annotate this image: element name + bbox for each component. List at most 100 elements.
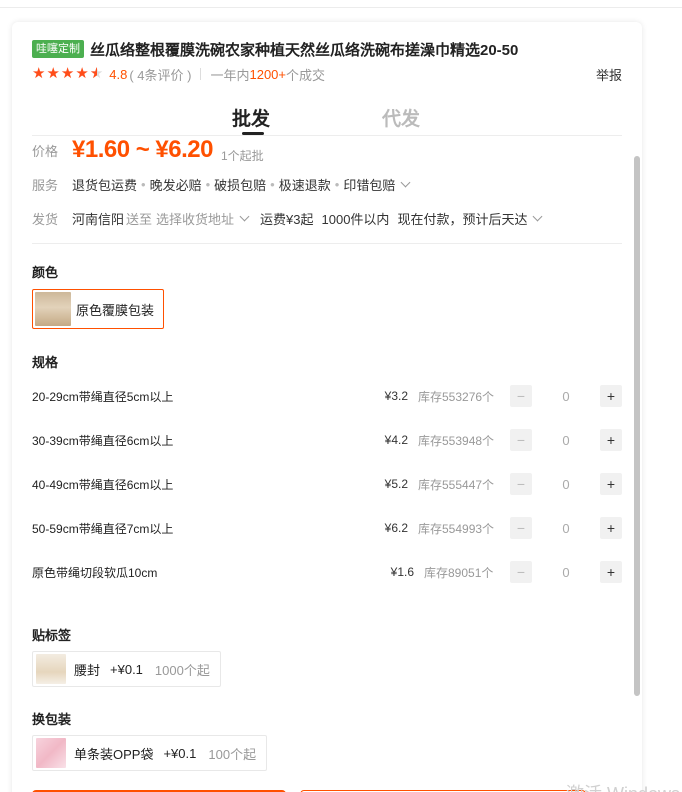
top-divider <box>0 7 682 8</box>
report-link[interactable]: 举报 <box>596 65 622 84</box>
quantity-stepper: − 0 + <box>510 385 622 407</box>
spec-stock: 库存553276个 <box>418 389 495 404</box>
spec-price: ¥3.2 <box>384 389 408 403</box>
spec-section-title: 规格 <box>32 355 59 370</box>
spec-stock: 库存553948个 <box>418 433 495 448</box>
service-row[interactable]: 服务 退货包运费 • 晚发必赔 • 破损包赔 • 极速退款 • 印错包赔 <box>32 174 622 194</box>
spec-name: 40-49cm带绳直径6cm以上 <box>32 477 174 492</box>
quantity-stepper: − 0 + <box>510 561 622 583</box>
service-label: 服务 <box>32 177 59 193</box>
delivery-estimate[interactable]: 现在付款，预计后天达 <box>397 209 527 228</box>
star-icon: ★ <box>32 65 46 82</box>
quantity-input[interactable]: 0 <box>532 521 600 536</box>
label-option-price: +¥0.1 <box>110 661 143 677</box>
service-item: 退货包运费 <box>72 177 138 193</box>
increment-button[interactable]: + <box>600 385 622 407</box>
chevron-down-icon[interactable] <box>400 177 411 187</box>
shipping-row: 发货 河南信阳 送至 选择收货地址 运费¥3起 1000件以内 现在付款，预计后… <box>32 208 622 228</box>
service-item: 极速退款 <box>278 177 331 193</box>
star-icon: ★ <box>60 65 75 82</box>
windows-activation-watermark: 激活 Windows <box>566 780 680 792</box>
color-option-thumbnail <box>35 292 71 326</box>
decrement-button[interactable]: − <box>510 561 532 583</box>
chevron-down-icon[interactable] <box>239 211 250 221</box>
service-item: 印错包赔 <box>343 177 396 193</box>
packaging-option[interactable]: 单条装OPP袋 +¥0.1 100个起 <box>32 735 268 771</box>
min-order: 1个起批 <box>220 148 264 163</box>
spec-row: 50-59cm带绳直径7cm以上 ¥6.2 库存554993个 − 0 + <box>32 514 622 542</box>
tab-wholesale[interactable]: 批发 <box>232 104 270 131</box>
quantity-stepper: − 0 + <box>510 429 622 451</box>
color-option-selected[interactable]: 原色覆膜包装 <box>32 289 164 329</box>
star-icon: ★ <box>75 65 89 82</box>
rating-score: 4.8 <box>109 66 128 82</box>
half-star-icon: ★ ★ <box>89 65 104 82</box>
spec-row: 20-29cm带绳直径5cm以上 ¥3.2 库存553276个 − 0 + <box>32 382 622 410</box>
dot-separator: • <box>205 176 211 192</box>
increment-button[interactable]: + <box>600 473 622 495</box>
spec-price: ¥6.2 <box>384 521 408 535</box>
star-icon: ★ <box>46 65 60 82</box>
vertical-scrollbar[interactable] <box>634 156 640 696</box>
color-section-title: 颜色 <box>32 265 59 280</box>
product-title: 丝瓜络整根覆膜洗碗农家种植天然丝瓜络洗碗布搓澡巾精选20-50 <box>90 41 519 59</box>
shipping-fee: 运费¥3起 <box>260 211 314 227</box>
packaging-option-thumbnail <box>36 738 66 768</box>
spec-price: ¥5.2 <box>384 477 408 491</box>
dot-separator: • <box>334 176 340 192</box>
quantity-input[interactable]: 0 <box>532 433 600 448</box>
packaging-option-min: 100个起 <box>208 746 257 762</box>
quantity-stepper: − 0 + <box>510 517 622 539</box>
shipping-to: 送至 <box>126 211 153 227</box>
decrement-button[interactable]: − <box>510 517 532 539</box>
spec-stock: 库存555447个 <box>418 477 495 492</box>
service-item: 破损包赔 <box>214 177 267 193</box>
quantity-input[interactable]: 0 <box>532 565 600 580</box>
title-row: 哇噻定制 丝瓜络整根覆膜洗碗农家种植天然丝瓜络洗碗布搓澡巾精选20-50 <box>32 38 626 60</box>
dot-separator: • <box>141 176 146 192</box>
label-option-min: 1000个起 <box>154 662 210 678</box>
increment-button[interactable]: + <box>600 561 622 583</box>
decrement-button[interactable]: − <box>510 473 532 495</box>
shipping-qty: 1000件以内 <box>321 211 390 227</box>
custom-badge: 哇噻定制 <box>32 40 84 58</box>
label-option-name: 腰封 <box>74 662 101 678</box>
spec-row: 原色带绳切段软瓜10cm ¥1.6 库存89051个 − 0 + <box>32 558 622 586</box>
label-section-title: 贴标签 <box>32 628 72 643</box>
review-count-link[interactable]: ( 4条评价 ) <box>129 65 191 84</box>
label-option[interactable]: 腰封 +¥0.1 1000个起 <box>32 651 221 687</box>
section-divider <box>32 243 622 244</box>
spec-row: 40-49cm带绳直径6cm以上 ¥5.2 库存555447个 − 0 + <box>32 470 622 498</box>
dot-separator: • <box>270 176 275 192</box>
sales-suffix: 个成交 <box>286 67 326 83</box>
packaging-option-name: 单条装OPP袋 <box>74 746 154 762</box>
spec-stock: 库存554993个 <box>418 521 495 536</box>
sales-count: 1200+ <box>249 66 286 82</box>
quantity-stepper: − 0 + <box>510 473 622 495</box>
price-row: 价格 ¥1.60 ~ ¥6.20 1个起批 <box>32 134 622 166</box>
increment-button[interactable]: + <box>600 517 622 539</box>
product-detail-card: 哇噻定制 丝瓜络整根覆膜洗碗农家种植天然丝瓜络洗碗布搓澡巾精选20-50 ★ ★… <box>12 22 642 792</box>
quantity-input[interactable]: 0 <box>532 389 600 404</box>
increment-button[interactable]: + <box>600 429 622 451</box>
price-label: 价格 <box>32 143 59 159</box>
spec-price: ¥4.2 <box>384 433 408 447</box>
label-option-thumbnail <box>36 654 66 684</box>
tab-dropship[interactable]: 代发 <box>382 104 420 131</box>
spec-name: 原色带绳切段软瓜10cm <box>32 565 158 580</box>
spec-name: 20-29cm带绳直径5cm以上 <box>32 389 174 404</box>
address-selector[interactable]: 选择收货地址 <box>156 209 234 228</box>
quantity-input[interactable]: 0 <box>532 477 600 492</box>
spec-stock: 库存89051个 <box>424 565 494 580</box>
decrement-button[interactable]: − <box>510 385 532 407</box>
packaging-section-title: 换包装 <box>32 712 72 727</box>
packaging-option-price: +¥0.1 <box>163 745 197 761</box>
spec-name: 50-59cm带绳直径7cm以上 <box>32 521 174 536</box>
decrement-button[interactable]: − <box>510 429 532 451</box>
chevron-down-icon[interactable] <box>533 211 543 221</box>
purchase-mode-tabs: 批发 代发 <box>12 104 642 136</box>
spec-name: 30-39cm带绳直径6cm以上 <box>32 433 174 448</box>
separator <box>200 68 202 80</box>
star-rating: ★ ★ ★ ★ ★ ★ <box>32 66 104 82</box>
spec-price: ¥1.6 <box>390 565 414 579</box>
